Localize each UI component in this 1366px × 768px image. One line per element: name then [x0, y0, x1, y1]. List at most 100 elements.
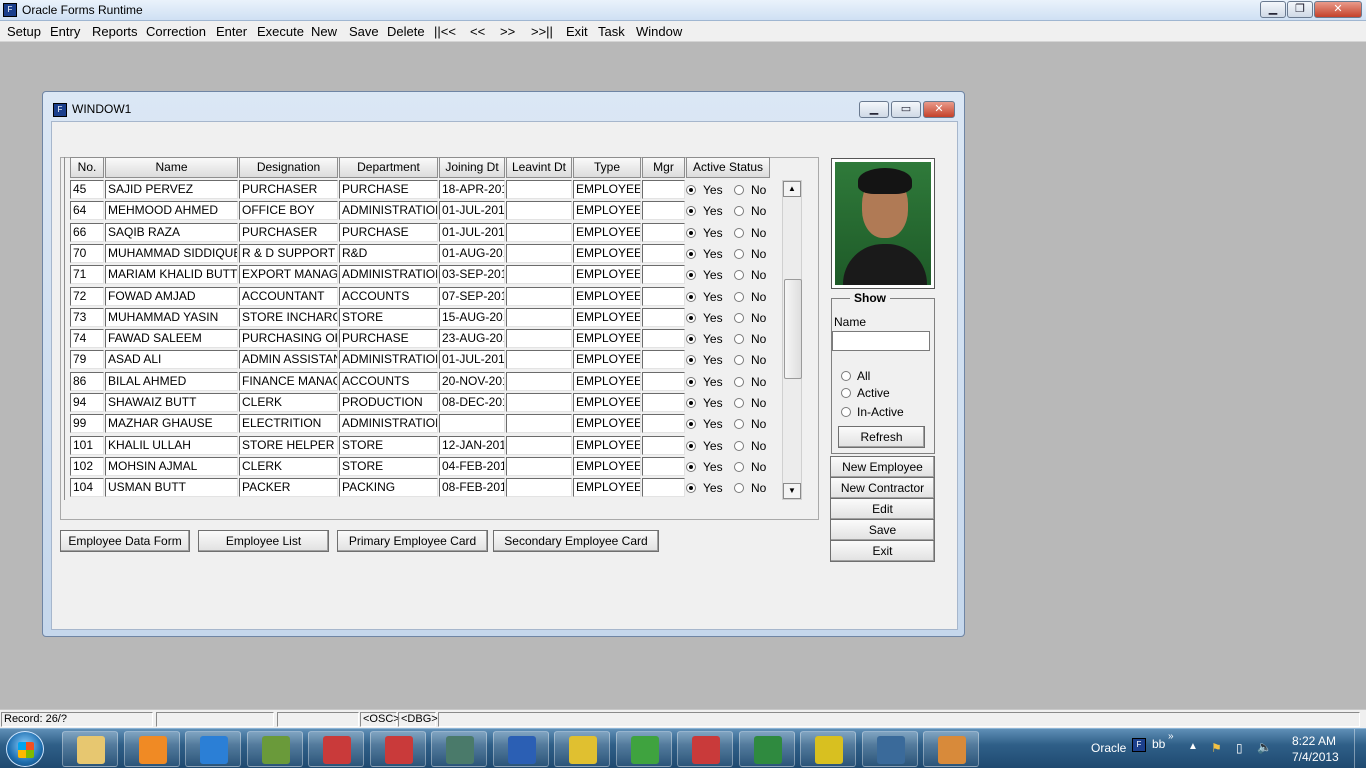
cell-designation[interactable]: PURCHASER [239, 180, 338, 199]
cell-department[interactable]: PRODUCTION [339, 393, 438, 412]
scroll-up-button[interactable]: ▲ [783, 181, 801, 197]
col-header-name[interactable]: Name [105, 157, 238, 178]
cell-department[interactable]: PACKING [339, 478, 438, 497]
cell-no[interactable]: 79 [70, 350, 104, 369]
cell-leaving[interactable] [506, 287, 572, 306]
active-yes-radio[interactable] [686, 228, 696, 238]
cell-designation[interactable]: ADMIN ASSISTAN [239, 350, 338, 369]
cell-joining[interactable]: 01-AUG-201 [439, 244, 505, 263]
taskbar-network-button[interactable] [431, 731, 487, 767]
cell-name[interactable]: KHALIL ULLAH [105, 436, 238, 455]
close-button[interactable]: ✕ [1314, 1, 1362, 18]
cell-no[interactable]: 66 [70, 223, 104, 242]
cell-name[interactable]: SHAWAIZ BUTT [105, 393, 238, 412]
active-yes-radio[interactable] [686, 419, 696, 429]
cell-mgr[interactable] [642, 201, 685, 220]
cell-department[interactable]: ADMINISTRATION [339, 265, 438, 284]
cell-mgr[interactable] [642, 329, 685, 348]
cell-designation[interactable]: FINANCE MANAG [239, 372, 338, 391]
tray-forms-icon[interactable]: F [1132, 738, 1146, 752]
cell-joining[interactable]: 23-AUG-201 [439, 329, 505, 348]
active-no-radio[interactable] [734, 462, 744, 472]
menu-execute[interactable]: Execute [257, 24, 304, 39]
cell-type[interactable]: EMPLOYEE [573, 414, 641, 433]
cell-type[interactable]: EMPLOYEE [573, 180, 641, 199]
menu-save[interactable]: Save [349, 24, 379, 39]
cell-department[interactable]: ACCOUNTS [339, 287, 438, 306]
cell-designation[interactable]: PACKER [239, 478, 338, 497]
taskbar-explorer-button[interactable] [62, 731, 118, 767]
show-desktop-button[interactable] [1354, 729, 1366, 768]
active-no-radio[interactable] [734, 419, 744, 429]
cell-joining[interactable]: 15-AUG-201 [439, 308, 505, 327]
active-yes-radio[interactable] [686, 249, 696, 259]
cell-designation[interactable]: EXPORT MANAGE [239, 265, 338, 284]
cell-joining[interactable]: 08-FEB-2013 [439, 478, 505, 497]
cell-name[interactable]: SAQIB RAZA [105, 223, 238, 242]
active-yes-radio[interactable] [686, 398, 696, 408]
grid-scrollbar[interactable]: ▲ ▼ [782, 180, 802, 500]
cell-name[interactable]: FAWAD SALEEM [105, 329, 238, 348]
scroll-thumb[interactable] [784, 279, 802, 379]
active-yes-radio[interactable] [686, 313, 696, 323]
cell-designation[interactable]: STORE INCHARGE [239, 308, 338, 327]
cell-leaving[interactable] [506, 457, 572, 476]
cell-leaving[interactable] [506, 372, 572, 391]
minimize-button[interactable]: ▁ [1260, 1, 1286, 18]
cell-name[interactable]: BILAL AHMED [105, 372, 238, 391]
cell-joining[interactable]: 01-JUL-2012 [439, 201, 505, 220]
active-yes-radio[interactable] [686, 462, 696, 472]
cell-name[interactable]: MOHSIN AJMAL [105, 457, 238, 476]
start-button[interactable] [6, 731, 44, 767]
cell-mgr[interactable] [642, 223, 685, 242]
cell-name[interactable]: MUHAMMAD YASIN [105, 308, 238, 327]
cell-mgr[interactable] [642, 265, 685, 284]
cell-no[interactable]: 101 [70, 436, 104, 455]
col-header-active-status[interactable]: Active Status [686, 157, 770, 178]
active-no-radio[interactable] [734, 355, 744, 365]
cell-no[interactable]: 72 [70, 287, 104, 306]
cell-mgr[interactable] [642, 308, 685, 327]
taskbar-utorrent-button[interactable] [615, 731, 672, 767]
cell-mgr[interactable] [642, 287, 685, 306]
cell-joining[interactable]: 04-FEB-2013 [439, 457, 505, 476]
cell-mgr[interactable] [642, 372, 685, 391]
cell-leaving[interactable] [506, 478, 572, 497]
cell-leaving[interactable] [506, 436, 572, 455]
active-yes-radio[interactable] [686, 355, 696, 365]
cell-leaving[interactable] [506, 201, 572, 220]
col-header-department[interactable]: Department [339, 157, 438, 178]
employee-data-form-button[interactable]: Employee Data Form [60, 530, 190, 552]
filter-all-radio[interactable] [841, 371, 851, 381]
cell-designation[interactable]: R & D SUPPORT E: [239, 244, 338, 263]
cell-department[interactable]: STORE [339, 457, 438, 476]
cell-no[interactable]: 74 [70, 329, 104, 348]
scroll-down-button[interactable]: ▼ [783, 483, 801, 499]
active-no-radio[interactable] [734, 334, 744, 344]
col-header-leaving-dt[interactable]: Leavint Dt [506, 157, 572, 178]
active-no-radio[interactable] [734, 185, 744, 195]
cell-department[interactable]: ADMINISTRATION [339, 350, 438, 369]
cell-type[interactable]: EMPLOYEE [573, 223, 641, 242]
edit-button[interactable]: Edit [830, 498, 935, 520]
filter-inactive-radio[interactable] [841, 407, 851, 417]
exit-button[interactable]: Exit [830, 540, 935, 562]
cell-mgr[interactable] [642, 244, 685, 263]
cell-mgr[interactable] [642, 393, 685, 412]
cell-leaving[interactable] [506, 393, 572, 412]
cell-joining[interactable]: 07-SEP-2012 [439, 287, 505, 306]
cell-leaving[interactable] [506, 223, 572, 242]
refresh-button[interactable]: Refresh [838, 426, 925, 448]
taskbar-media-player-button[interactable] [123, 731, 180, 767]
active-no-radio[interactable] [734, 398, 744, 408]
cell-department[interactable]: STORE [339, 308, 438, 327]
menu-first-record[interactable]: ||<< [434, 24, 456, 39]
menu-next-record[interactable]: >> [500, 24, 515, 39]
cell-designation[interactable]: ELECTRITION [239, 414, 338, 433]
cell-department[interactable]: STORE [339, 436, 438, 455]
cell-name[interactable]: MAZHAR GHAUSE [105, 414, 238, 433]
taskbar-toad-button[interactable] [246, 731, 303, 767]
cell-name[interactable]: MARIAM KHALID BUTT [105, 265, 238, 284]
menu-exit[interactable]: Exit [566, 24, 588, 39]
menu-setup[interactable]: Setup [7, 24, 41, 39]
